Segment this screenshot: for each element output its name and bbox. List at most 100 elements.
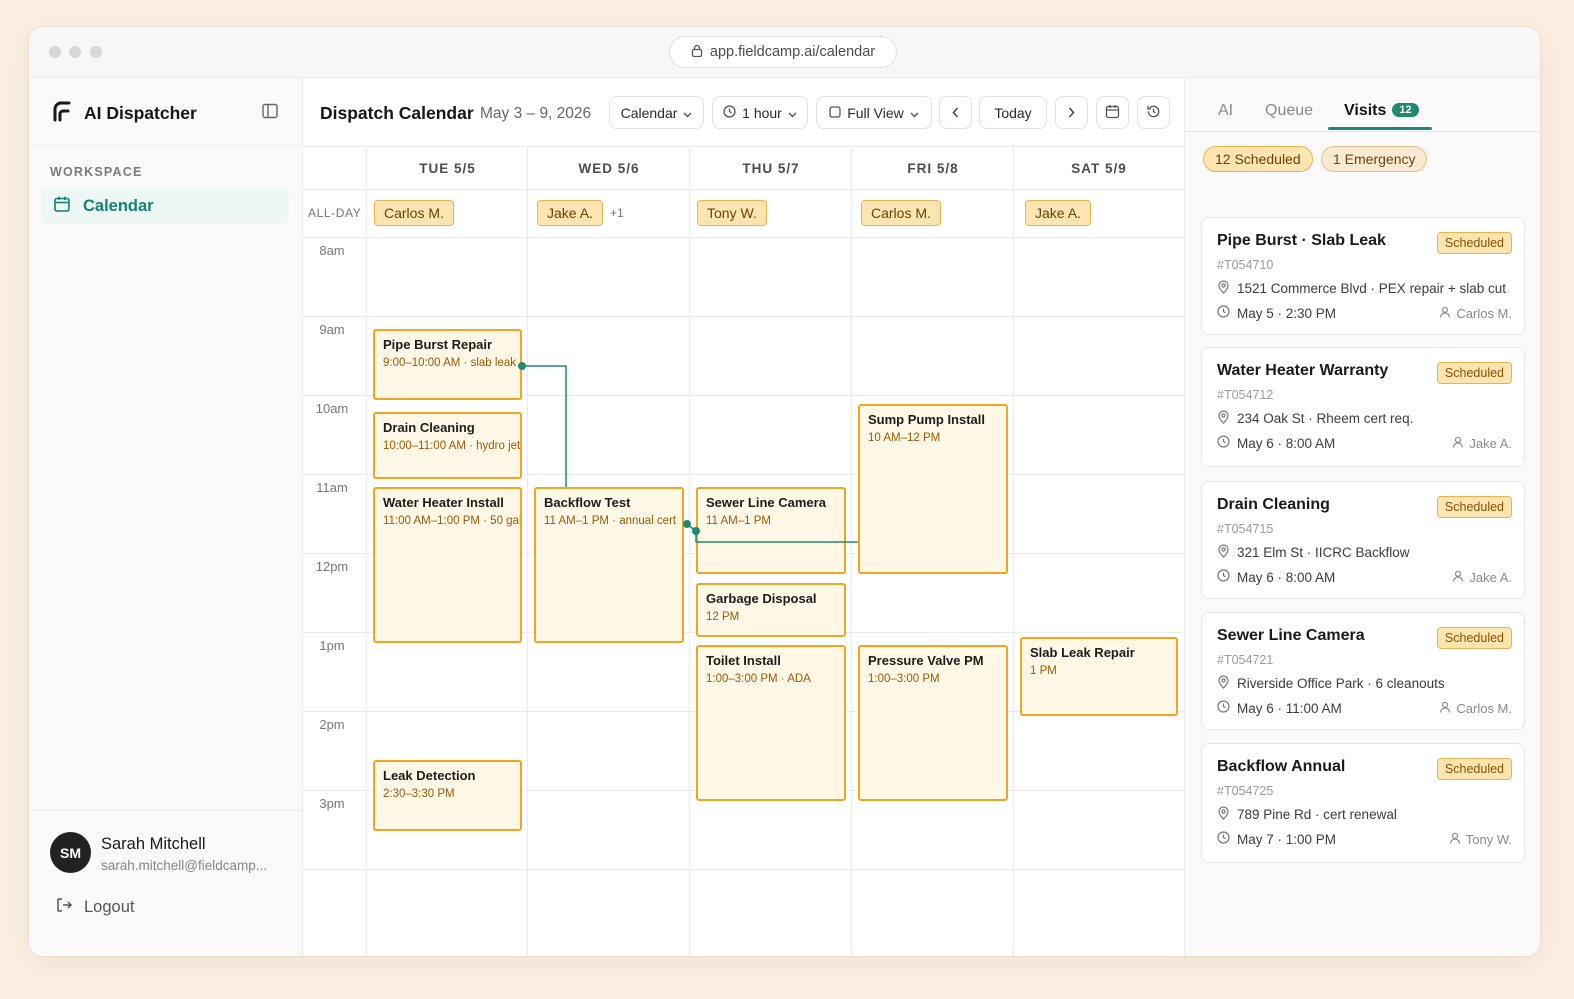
visits-panel: AI Queue Visits 12 12 Scheduled 1 Emergen…	[1184, 78, 1540, 956]
logout-button[interactable]: Logout	[55, 896, 134, 919]
avatar[interactable]: SM	[50, 832, 91, 873]
brand[interactable]: AI Dispatcher	[51, 100, 197, 127]
visit-card[interactable]: Water Heater Warranty Scheduled #T054712 23…	[1201, 347, 1525, 467]
calendar-event[interactable]: Garbage Disposal 12 PM	[696, 583, 846, 638]
event-time: 11 AM–1 PM · annual cert	[544, 515, 677, 527]
allday-tech-chip[interactable]: Carlos M.	[861, 200, 941, 226]
next-week-button[interactable]	[1055, 96, 1088, 129]
calendar-event[interactable]: Backflow Test 11 AM–1 PM · annual cert	[534, 487, 684, 644]
sidebar: AI Dispatcher WORKSPACE Calendar SM Sara…	[29, 78, 303, 956]
calendar-grid: ALL-DAY TUE 5/5 WED 5/6 THU 5/7 FRI 5/8 SAT …	[303, 147, 1184, 956]
event-title: Garbage Disposal	[706, 591, 817, 607]
hour-label: 12pm	[315, 559, 349, 574]
event-time: 9:00–10:00 AM · slab leak	[383, 357, 516, 369]
clock-icon	[1217, 831, 1230, 847]
window-minimize-dot[interactable]	[69, 46, 81, 58]
tech-name: Tony W.	[1465, 832, 1512, 847]
calendar-event[interactable]: Sewer Line Camera 11 AM–1 PM	[696, 487, 846, 574]
visit-time-row: May 6 · 8:00 AM	[1217, 435, 1335, 451]
visit-time: May 7 · 1:00 PM	[1237, 831, 1337, 847]
ticket-id: #T054712	[1217, 388, 1274, 402]
view-select-value: Calendar	[620, 104, 678, 121]
user-icon	[1439, 306, 1451, 321]
event-title: Backflow Test	[544, 495, 631, 510]
calendar-event[interactable]: Leak Detection 2:30–3:30 PM	[373, 759, 522, 831]
allday-tech-chip[interactable]: Carlos M.	[374, 200, 454, 226]
calendar-event[interactable]: Pressure Valve PM 1:00–3:00 PM	[858, 645, 1008, 802]
sidebar-item-calendar[interactable]: Calendar	[41, 188, 289, 224]
user-icon	[1439, 701, 1451, 716]
visit-card[interactable]: Backflow Annual Scheduled #T054725 789 Pine…	[1201, 743, 1525, 863]
more-techs-count[interactable]: +1	[610, 206, 624, 220]
visit-title: Water Heater Warranty	[1217, 362, 1389, 379]
event-title: Drain Cleaning	[383, 419, 475, 435]
logout-label: Logout	[84, 898, 135, 916]
assigned-tech: Tony W.	[1449, 832, 1512, 847]
brand-logo-icon	[51, 100, 73, 127]
allday-tech-chip[interactable]: Jake A.	[1025, 200, 1091, 226]
sidebar-toggle-icon[interactable]	[262, 103, 278, 124]
event-title: Sump Pump Install	[868, 412, 986, 428]
url-text: app.fieldcamp.ai/calendar	[709, 44, 876, 60]
allday-tech-chip[interactable]: Tony W.	[697, 200, 767, 226]
visit-address: 234 Oak St · Rheem cert req.	[1237, 411, 1414, 426]
status-badge: Scheduled	[1436, 232, 1512, 254]
visit-time-row: May 5 · 2:30 PM	[1217, 305, 1336, 321]
dependency-link	[522, 365, 567, 487]
checkbox-icon	[829, 105, 841, 121]
tab-queue[interactable]: Queue	[1265, 102, 1313, 120]
address-bar[interactable]: app.fieldcamp.ai/calendar	[669, 36, 897, 68]
grid-line	[527, 147, 528, 956]
event-time: 1:00–3:00 PM	[868, 673, 940, 685]
tech-name: Jake A.	[1469, 570, 1512, 585]
visit-card[interactable]: Pipe Burst · Slab Leak Scheduled #T054710 1…	[1201, 217, 1525, 335]
calendar-event[interactable]: Toilet Install 1:00–3:00 PM · ADA	[696, 645, 846, 802]
grid-line	[303, 189, 1184, 190]
ticket-id: #T054725	[1217, 784, 1274, 798]
today-button[interactable]: Today	[979, 96, 1047, 129]
calendar-event[interactable]: Water Heater Install 11:00 AM–1:00 PM · 5…	[373, 487, 522, 644]
interval-select[interactable]: 1 hour	[712, 96, 808, 129]
window-close-dot[interactable]	[49, 46, 61, 58]
calendar-event[interactable]: Slab Leak Repair 1 PM	[1020, 637, 1178, 717]
window-maximize-dot[interactable]	[90, 46, 102, 58]
brand-name: AI Dispatcher	[84, 103, 197, 123]
visit-address-row: 234 Oak St · Rheem cert req.	[1217, 410, 1413, 427]
tab-ai[interactable]: AI	[1218, 102, 1233, 120]
calendar-event[interactable]: Sump Pump Install 10 AM–12 PM	[858, 404, 1008, 574]
grid-line	[851, 147, 852, 956]
status-badge: Scheduled	[1436, 627, 1512, 649]
history-button[interactable]	[1137, 96, 1170, 129]
allday-tech-chip[interactable]: Jake A.	[537, 200, 603, 226]
hour-label: 3pm	[319, 796, 345, 811]
visit-address-row: 789 Pine Rd · cert renewal	[1217, 806, 1397, 823]
calendar-event[interactable]: Pipe Burst Repair 9:00–10:00 AM · slab le…	[373, 329, 522, 401]
tab-visits[interactable]: Visits 12	[1344, 102, 1419, 120]
event-title: Leak Detection	[383, 767, 476, 783]
visit-card[interactable]: Sewer Line Camera Scheduled #T054721 Rivers…	[1201, 612, 1525, 730]
event-title: Toilet Install	[706, 653, 781, 668]
sidebar-divider	[29, 810, 302, 811]
clock-icon	[1217, 569, 1230, 585]
calendar-main: Dispatch Calendar May 3 – 9, 2026 Calend…	[303, 78, 1184, 956]
full-view-toggle[interactable]: Full View	[816, 96, 932, 129]
day-header: SAT 5/9	[1071, 160, 1127, 176]
scheduled-filter[interactable]: 12 Scheduled	[1203, 146, 1313, 172]
assigned-tech: Carlos M.	[1439, 306, 1512, 321]
visit-address-row: Riverside Office Park · 6 cleanouts	[1217, 675, 1445, 692]
app-window: app.fieldcamp.ai/calendar AI Dispatcher …	[29, 27, 1540, 956]
prev-week-button[interactable]	[939, 96, 972, 129]
calendar-event[interactable]: Drain Cleaning 10:00–11:00 AM · hydro jet	[373, 411, 522, 480]
event-time: 11:00 AM–1:00 PM · 50 gal	[383, 515, 522, 527]
hour-label: 11am	[316, 480, 348, 495]
event-time: 2:30–3:30 PM	[383, 787, 455, 800]
event-time: 1 PM	[1030, 665, 1057, 678]
active-tab-indicator	[1328, 127, 1432, 130]
visit-address-row: 321 Elm St · IICRC Backflow	[1217, 544, 1410, 561]
view-select[interactable]: Calendar	[609, 96, 704, 129]
location-pin-icon	[1217, 280, 1230, 297]
visit-card[interactable]: Drain Cleaning Scheduled #T054715 321 Elm S…	[1201, 481, 1525, 599]
emergency-filter[interactable]: 1 Emergency	[1321, 146, 1428, 172]
logout-icon	[55, 896, 73, 919]
date-picker-button[interactable]	[1096, 96, 1129, 129]
